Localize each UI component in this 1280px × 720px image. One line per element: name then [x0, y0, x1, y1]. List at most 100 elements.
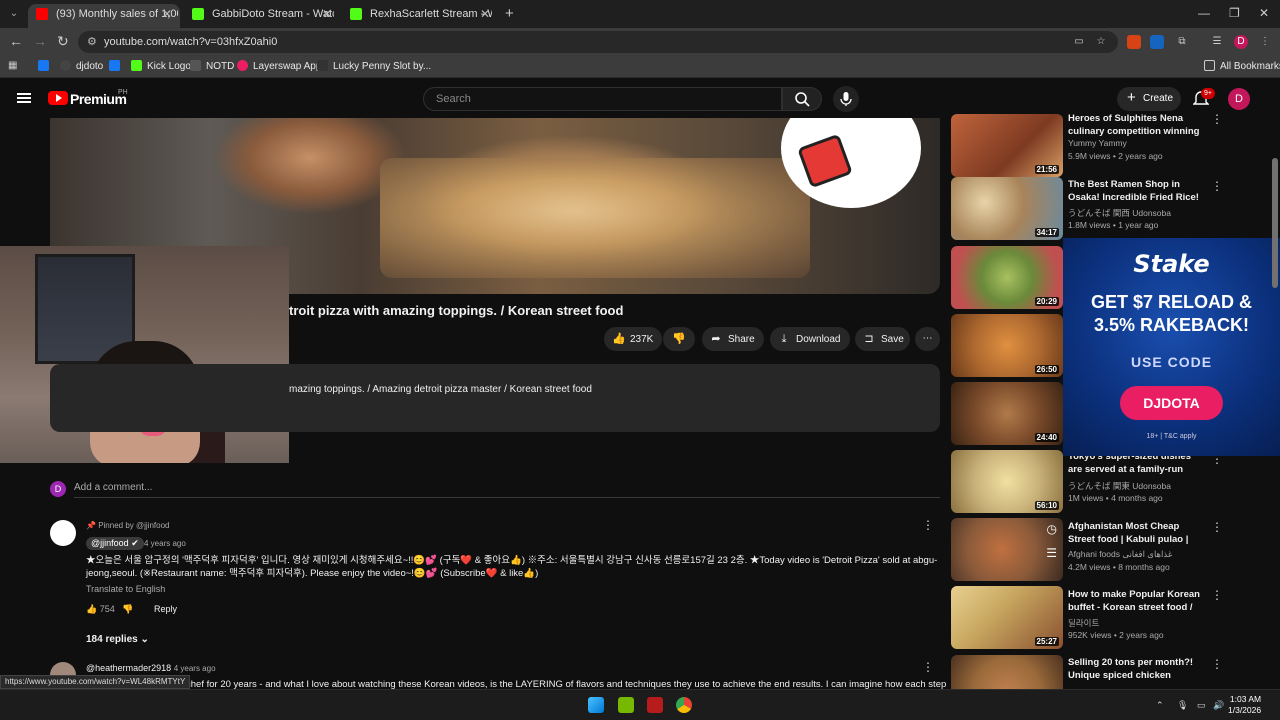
bookmark-notd[interactable]: NOTD — [190, 60, 234, 72]
apps-grid-icon[interactable]: ▦ — [8, 60, 17, 71]
share-button[interactable]: ➦ Share — [702, 327, 764, 351]
close-tab-icon[interactable]: ✕ — [480, 4, 490, 24]
ad-code-button[interactable]: DJDOTA — [1120, 386, 1223, 420]
dota-icon[interactable] — [647, 697, 663, 713]
window-close-icon[interactable]: ✕ — [1259, 6, 1269, 20]
cast-icon[interactable]: ▭ — [1072, 35, 1086, 49]
channel-name[interactable]: うどんそば 関西 Udonsoba — [1068, 207, 1171, 219]
nvidia-icon[interactable] — [618, 697, 634, 713]
download-button[interactable]: ⤓ Download — [770, 327, 850, 351]
new-tab-icon[interactable]: + — [505, 5, 514, 22]
video-menu-icon[interactable]: ⋮ — [1211, 179, 1223, 193]
video-title[interactable]: How to make Popular Korean buffet - Kore… — [1068, 588, 1200, 614]
extension-icon[interactable] — [1150, 35, 1164, 49]
bookmark-djdoto[interactable]: djdoto — [60, 60, 103, 72]
recommended-video[interactable]: 25:27 How to make Popular Korean buffet … — [951, 586, 1271, 652]
video-thumbnail[interactable] — [951, 655, 1063, 689]
site-info-icon[interactable]: ⚙ — [87, 35, 97, 48]
channel-name[interactable]: Yummy Yammy — [1068, 138, 1127, 148]
video-title[interactable]: Afghanistan Most Cheap Street food | Kab… — [1068, 520, 1200, 546]
video-thumbnail[interactable]: 25:27 — [951, 586, 1063, 649]
voice-search-button[interactable] — [833, 86, 859, 112]
account-avatar[interactable]: D — [1228, 88, 1250, 110]
add-to-queue-icon[interactable]: ☰ — [1046, 546, 1057, 560]
recommended-video[interactable]: 26:50 — [951, 314, 1063, 380]
watch-later-icon[interactable]: ◷ — [1047, 522, 1057, 536]
recommended-video[interactable]: 21:56 Heroes of Sulphites Nena culinary … — [951, 112, 1271, 184]
all-bookmarks[interactable]: All Bookmarks — [1204, 60, 1280, 72]
volume-icon[interactable]: 🔊 — [1213, 700, 1224, 711]
comment-like-button[interactable]: 👍 754 👎 — [86, 604, 133, 615]
sidebar-scrollbar[interactable] — [1272, 158, 1278, 288]
video-menu-icon[interactable]: ⋮ — [1211, 112, 1223, 126]
tab-youtube[interactable]: (93) Monthly sales of 1,000,000 ✕ — [28, 4, 180, 28]
recommended-video[interactable]: ◷ ☰ Afghanistan Most Cheap Street food |… — [951, 518, 1271, 584]
close-tab-icon[interactable]: ✕ — [162, 4, 172, 24]
channel-name[interactable]: Afghani foods غذاهای افغانی — [1068, 549, 1172, 560]
bookmark-layerswap[interactable]: Layerswap App — [237, 60, 321, 72]
translate-link[interactable]: Translate to English — [86, 584, 165, 594]
stake-ad-overlay[interactable]: Stake GET $7 RELOAD & 3.5% RAKEBACK! USE… — [1063, 238, 1280, 456]
tray-overflow-icon[interactable]: ⌃ — [1156, 700, 1164, 711]
video-title[interactable]: Heroes of Sulphites Nena culinary compet… — [1068, 112, 1200, 138]
description-box[interactable]: mazing toppings. / Amazing detroit pizza… — [50, 364, 940, 432]
video-menu-icon[interactable]: ⋮ — [1211, 657, 1223, 671]
dislike-button[interactable]: 👎 — [663, 327, 695, 351]
comment-author-chip[interactable]: @jjinfood ✔ — [86, 537, 144, 550]
recommended-video[interactable]: 56:10 Tokyo's super-sized dishes are ser… — [951, 450, 1271, 516]
like-button[interactable]: 👍 237K — [604, 327, 662, 351]
recommended-video[interactable]: 24:40 — [951, 382, 1063, 448]
minimize-icon[interactable]: — — [1198, 6, 1210, 20]
comment-author-avatar[interactable] — [50, 520, 76, 546]
recommended-video[interactable]: Selling 20 tons per month?! Unique spice… — [951, 655, 1271, 689]
video-thumbnail[interactable]: ◷ ☰ — [951, 518, 1063, 581]
comment-menu-icon[interactable]: ⋮ — [922, 518, 934, 532]
chrome-icon[interactable] — [676, 697, 692, 713]
comment-menu-icon[interactable]: ⋮ — [922, 660, 934, 674]
video-thumbnail[interactable]: 21:56 — [951, 114, 1063, 177]
view-replies-button[interactable]: 184 replies ⌄ — [86, 634, 149, 645]
video-thumbnail[interactable]: 20:29 — [951, 246, 1063, 309]
video-menu-icon[interactable]: ⋮ — [1211, 520, 1223, 534]
video-menu-icon[interactable]: ⋮ — [1211, 588, 1223, 602]
search-input[interactable]: Search — [423, 87, 782, 111]
close-tab-icon[interactable]: ✕ — [322, 4, 332, 24]
recommended-video[interactable]: 20:29 — [951, 246, 1063, 312]
tab-search-icon[interactable]: ⌄ — [6, 6, 22, 22]
bookmark-star-icon[interactable]: ☆ — [1094, 35, 1108, 49]
more-actions-button[interactable]: ⋯ — [915, 327, 940, 351]
channel-name[interactable]: うどんそば 関東 Udonsoba — [1068, 480, 1171, 492]
search-button[interactable] — [782, 87, 822, 111]
add-comment-input[interactable]: Add a comment... — [74, 482, 152, 493]
extensions-puzzle-icon[interactable]: ⧉ — [1175, 35, 1189, 49]
video-title[interactable]: Selling 20 tons per month?! Unique spice… — [1068, 656, 1200, 682]
video-thumbnail[interactable]: 24:40 — [951, 382, 1063, 445]
save-button[interactable]: ⊐ Save — [855, 327, 910, 351]
windows-start-icon[interactable] — [588, 697, 604, 713]
recommended-video[interactable]: 34:17 The Best Ramen Shop in Osaka! Incr… — [951, 177, 1271, 243]
youtube-logo-icon[interactable] — [48, 91, 68, 105]
guide-menu-icon[interactable] — [17, 93, 31, 103]
video-thumbnail[interactable]: 26:50 — [951, 314, 1063, 377]
bookmark-lucky-penny[interactable]: Lucky Penny Slot by... — [317, 60, 431, 72]
comment-author-name[interactable]: @heathermader2918 4 years ago — [86, 663, 216, 673]
tab-kick-gabbidoto[interactable]: GabbiDoto Stream - Watch Live ✕ — [184, 4, 340, 28]
restore-icon[interactable]: ❐ — [1229, 6, 1240, 20]
thumbs-down-icon[interactable]: 👎 — [117, 604, 133, 614]
create-button[interactable]: Create — [1117, 86, 1181, 111]
video-title[interactable]: The Best Ramen Shop in Osaka! Incredible… — [1068, 178, 1200, 204]
browser-menu-icon[interactable]: ⋮ — [1258, 35, 1272, 49]
network-icon[interactable]: ▭ — [1197, 700, 1206, 711]
comment-age[interactable]: 4 years ago — [144, 539, 186, 548]
tab-kick-rexhascarlett[interactable]: RexhaScarlett Stream - Watch L ✕ — [342, 4, 498, 28]
microphone-tray-icon[interactable]: 🎙 — [1177, 700, 1188, 711]
profile-avatar[interactable]: D — [1234, 35, 1248, 49]
taskbar-clock[interactable]: 1:03 AM 1/3/2026 — [1228, 694, 1261, 716]
bookmark-facebook-2[interactable] — [109, 60, 125, 72]
reload-icon[interactable]: ↻ — [57, 33, 69, 50]
extension-icon[interactable] — [1127, 35, 1141, 49]
bookmark-facebook[interactable] — [38, 60, 54, 72]
video-thumbnail[interactable]: 56:10 — [951, 450, 1063, 513]
channel-name[interactable]: 딜라이트 — [1068, 617, 1099, 629]
back-icon[interactable]: ← — [9, 33, 23, 49]
